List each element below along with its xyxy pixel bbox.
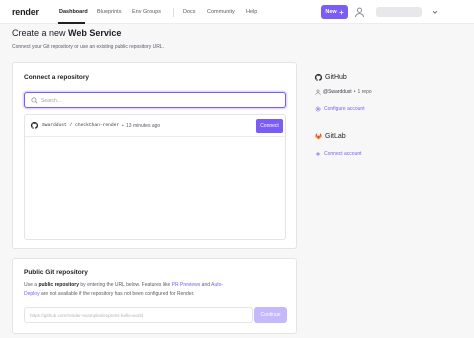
- repo-list: Swarddust / checkChan-render • 13 minute…: [24, 114, 286, 240]
- github-icon: [31, 122, 38, 129]
- gear-icon: [315, 106, 321, 112]
- nav-env-groups[interactable]: Env Groups: [132, 9, 161, 15]
- desc-text: Use a: [24, 282, 39, 288]
- desc-bold: public repository: [38, 282, 80, 288]
- public-repository-card: Public Git repository Use a public repos…: [12, 258, 297, 334]
- repo-updated-time: 13 minutes ago: [126, 123, 161, 129]
- gitlab-icon: [315, 133, 322, 140]
- github-title: GitHub: [325, 74, 347, 81]
- nav-docs[interactable]: Docs: [183, 9, 196, 15]
- repo-search-input[interactable]: [41, 95, 281, 106]
- plus-icon: [339, 10, 344, 14]
- new-button[interactable]: New: [321, 5, 348, 19]
- github-repo-count: 1 repo: [357, 89, 372, 95]
- connect-gitlab-link[interactable]: Connect account: [315, 151, 362, 157]
- configure-account-label: Configure account: [324, 106, 365, 112]
- repo-url-input[interactable]: [24, 307, 253, 323]
- connect-repository-card: Connect a repository Swarddust / checkCh…: [12, 62, 297, 249]
- repo-search-box[interactable]: [24, 92, 286, 108]
- nav-divider: [173, 8, 174, 17]
- gitlab-section-title: GitLab: [315, 133, 346, 140]
- pr-previews-link[interactable]: PR Previews: [172, 282, 201, 288]
- top-nav: render Dashboard Blueprints Env Groups D…: [0, 0, 474, 24]
- account-name-redacted[interactable]: [376, 7, 422, 17]
- github-section-title: GitHub: [315, 74, 347, 81]
- continue-button[interactable]: Continue: [254, 307, 287, 323]
- repo-separator: •: [122, 123, 124, 128]
- plus-icon: [315, 151, 321, 157]
- user-icon: [315, 89, 321, 95]
- public-repository-description: Use a public repository by entering the …: [24, 281, 229, 299]
- github-username: @Swarddust: [323, 89, 352, 95]
- connect-repo-button[interactable]: Connect: [256, 119, 283, 133]
- public-repository-title: Public Git repository: [24, 269, 88, 276]
- render-logo[interactable]: render: [12, 7, 39, 17]
- repo-name: Swarddust / checkChan-render: [42, 123, 120, 128]
- nav-blueprints[interactable]: Blueprints: [97, 9, 121, 15]
- active-tab-indicator: [58, 22, 85, 24]
- gitlab-title: GitLab: [325, 133, 346, 140]
- chevron-down-icon[interactable]: [431, 8, 439, 16]
- page-title: Create a new Web Service: [12, 28, 121, 38]
- desc-text: are not available if the repository has …: [39, 291, 195, 297]
- search-icon: [31, 97, 38, 104]
- connect-account-label: Connect account: [324, 151, 362, 157]
- user-icon[interactable]: [354, 6, 365, 18]
- nav-dashboard[interactable]: Dashboard: [59, 9, 88, 15]
- configure-account-link[interactable]: Configure account: [315, 106, 365, 112]
- new-button-label: New: [325, 9, 337, 15]
- desc-text: and: [200, 282, 212, 288]
- nav-community[interactable]: Community: [207, 9, 235, 15]
- nav-help[interactable]: Help: [246, 9, 257, 15]
- github-icon: [315, 74, 322, 81]
- github-account-info: @Swarddust • 1 repo: [315, 89, 372, 95]
- page-title-service: Web Service: [68, 28, 122, 38]
- github-separator: •: [353, 89, 356, 95]
- page-title-prefix: Create a new: [12, 28, 69, 38]
- page-subtitle: Connect your Git repository or use an ex…: [12, 44, 165, 50]
- connect-repository-title: Connect a repository: [24, 74, 90, 81]
- desc-text: by entering the URL below. Features like: [79, 282, 172, 288]
- repo-row: Swarddust / checkChan-render • 13 minute…: [25, 115, 285, 137]
